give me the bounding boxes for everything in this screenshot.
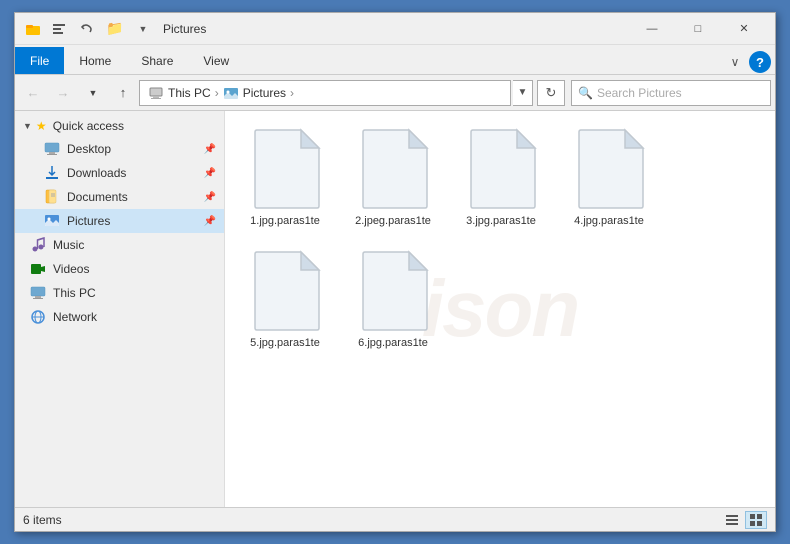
file-name: 2.jpeg.paras1te: [355, 214, 431, 228]
file-area: ison 1.jpg.paras1te 2.jpeg.paras1te 3.jp…: [225, 111, 775, 507]
videos-label: Videos: [53, 262, 89, 276]
status-count: 6 items: [23, 513, 721, 527]
view-details-button[interactable]: [721, 511, 743, 529]
file-item[interactable]: 6.jpg.paras1te: [343, 243, 443, 357]
address-dropdown-button[interactable]: ▼: [513, 80, 533, 106]
breadcrumb-sep2: ›: [290, 86, 294, 100]
file-item[interactable]: 1.jpg.paras1te: [235, 121, 335, 235]
qat-undo[interactable]: [75, 18, 99, 40]
sidebar-item-videos[interactable]: Videos: [15, 257, 224, 281]
window-icon: [23, 19, 43, 39]
network-label: Network: [53, 310, 97, 324]
file-name: 4.jpg.paras1te: [574, 214, 644, 228]
search-icon: 🔍: [578, 86, 593, 100]
sidebar-section-quick-access[interactable]: ▼ ★ Quick access: [15, 115, 224, 137]
file-icon: [465, 128, 537, 210]
videos-icon: [29, 260, 47, 278]
file-icon: [249, 250, 321, 332]
search-placeholder: Search Pictures: [597, 86, 682, 100]
sidebar-item-pictures[interactable]: Pictures 📌: [15, 209, 224, 233]
downloads-icon: [43, 164, 61, 182]
main-area: ▼ ★ Quick access Desktop 📌 Downloads 📌: [15, 111, 775, 507]
maximize-button[interactable]: □: [675, 13, 721, 45]
sidebar-item-downloads[interactable]: Downloads 📌: [15, 161, 224, 185]
recent-locations-button[interactable]: ▼: [79, 79, 107, 107]
documents-icon: [43, 188, 61, 206]
sidebar-item-music[interactable]: Music: [15, 233, 224, 257]
file-item[interactable]: 4.jpg.paras1te: [559, 121, 659, 235]
pictures-icon: [43, 212, 61, 230]
desktop-label: Desktop: [67, 142, 111, 156]
sidebar-item-documents[interactable]: Documents 📌: [15, 185, 224, 209]
file-grid: 1.jpg.paras1te 2.jpeg.paras1te 3.jpg.par…: [235, 121, 765, 358]
sidebar: ▼ ★ Quick access Desktop 📌 Downloads 📌: [15, 111, 225, 507]
file-icon: [357, 250, 429, 332]
sidebar-item-thispc[interactable]: This PC: [15, 281, 224, 305]
tab-view[interactable]: View: [188, 47, 244, 74]
file-name: 5.jpg.paras1te: [250, 336, 320, 350]
breadcrumb-sep1: ›: [215, 86, 219, 100]
thispc-label: This PC: [53, 286, 96, 300]
ribbon: File Home Share View ∨ ?: [15, 45, 775, 75]
ribbon-expand-btn[interactable]: ∨: [721, 50, 749, 74]
window-title: Pictures: [163, 22, 629, 36]
thispc-icon: [29, 284, 47, 302]
search-box[interactable]: 🔍 Search Pictures: [571, 80, 771, 106]
network-icon: [29, 308, 47, 326]
tab-file[interactable]: File: [15, 47, 64, 74]
downloads-label: Downloads: [67, 166, 126, 180]
qat-dropdown[interactable]: ▼: [131, 18, 155, 40]
explorer-window: 📁 ▼ Pictures — □ ✕ File Home Share View …: [14, 12, 776, 532]
ribbon-extra: ∨ ?: [721, 50, 775, 74]
ribbon-help-btn[interactable]: ?: [749, 51, 771, 73]
status-bar: 6 items: [15, 507, 775, 531]
tab-home[interactable]: Home: [64, 47, 126, 74]
view-tiles-button[interactable]: [745, 511, 767, 529]
music-label: Music: [53, 238, 84, 252]
sidebar-item-desktop[interactable]: Desktop 📌: [15, 137, 224, 161]
file-icon: [573, 128, 645, 210]
file-name: 6.jpg.paras1te: [358, 336, 428, 350]
file-item[interactable]: 3.jpg.paras1te: [451, 121, 551, 235]
star-icon: ★: [36, 119, 47, 133]
qat-icon1: [47, 18, 71, 40]
ribbon-tabs: File Home Share View ∨ ?: [15, 45, 775, 74]
desktop-icon: [43, 140, 61, 158]
view-buttons: [721, 511, 767, 529]
file-icon: [249, 128, 321, 210]
file-name: 3.jpg.paras1te: [466, 214, 536, 228]
documents-label: Documents: [67, 190, 128, 204]
file-item[interactable]: 5.jpg.paras1te: [235, 243, 335, 357]
expand-arrow-icon: ▼: [23, 121, 32, 131]
tab-share[interactable]: Share: [126, 47, 188, 74]
sidebar-item-network[interactable]: Network: [15, 305, 224, 329]
quick-access-label: Quick access: [53, 119, 124, 133]
downloads-pin-icon: 📌: [204, 168, 216, 179]
breadcrumb-thispc: This PC: [148, 85, 211, 101]
file-icon: [357, 128, 429, 210]
pictures-label: Pictures: [67, 214, 110, 228]
window-controls: — □ ✕: [629, 13, 767, 45]
music-icon: [29, 236, 47, 254]
desktop-pin-icon: 📌: [204, 144, 216, 155]
documents-pin-icon: 📌: [204, 192, 216, 203]
qat-folder[interactable]: 📁: [103, 18, 127, 40]
back-button[interactable]: ←: [19, 79, 47, 107]
minimize-button[interactable]: —: [629, 13, 675, 45]
address-bar: ← → ▼ ↑ This PC › Pictures › ▼ ↻: [15, 75, 775, 111]
file-item[interactable]: 2.jpeg.paras1te: [343, 121, 443, 235]
close-button[interactable]: ✕: [721, 13, 767, 45]
refresh-button[interactable]: ↻: [537, 80, 565, 106]
address-path[interactable]: This PC › Pictures ›: [139, 80, 511, 106]
title-bar: 📁 ▼ Pictures — □ ✕: [15, 13, 775, 45]
breadcrumb-pictures: Pictures: [223, 85, 286, 101]
quick-access-toolbar: 📁 ▼: [47, 18, 155, 40]
up-button[interactable]: ↑: [109, 79, 137, 107]
file-name: 1.jpg.paras1te: [250, 214, 320, 228]
pictures-pin-icon: 📌: [204, 216, 216, 227]
forward-button[interactable]: →: [49, 79, 77, 107]
